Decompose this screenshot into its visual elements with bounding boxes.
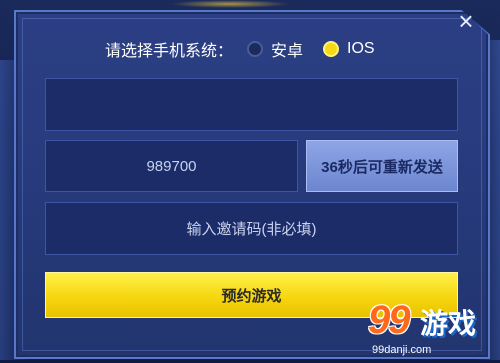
radio-android[interactable]: 安卓 [247, 37, 303, 61]
radio-android-label: 安卓 [271, 43, 304, 60]
site-watermark: 99 游戏 99danji.com [368, 298, 498, 360]
radio-ios-dot-icon [323, 41, 340, 57]
close-icon[interactable]: × [453, 8, 479, 34]
invite-code-field[interactable]: 输入邀请码(非必填) [45, 202, 458, 255]
phone-number-field[interactable] [45, 78, 458, 131]
resend-code-label: 36秒后可重新发送 [321, 158, 443, 176]
background-top-decoration [170, 0, 290, 8]
resend-code-button[interactable]: 36秒后可重新发送 [306, 140, 458, 192]
os-select-row: 请选择手机系统： 安卓 IOS [105, 37, 395, 61]
watermark-text: 游戏 [420, 308, 477, 339]
os-select-label: 请选择手机系统： [105, 43, 234, 60]
watermark-url: 99danji.com [372, 344, 432, 356]
radio-android-dot-icon [247, 41, 264, 57]
watermark-logo: 99 [368, 298, 410, 342]
invite-code-placeholder: 输入邀请码(非必填) [186, 221, 317, 238]
reserve-game-label: 预约游戏 [221, 287, 282, 305]
radio-ios-label: IOS [347, 40, 375, 57]
radio-ios[interactable]: IOS [323, 40, 375, 58]
verification-code-value: 989700 [146, 157, 197, 175]
verification-code-field[interactable]: 989700 [45, 140, 298, 192]
